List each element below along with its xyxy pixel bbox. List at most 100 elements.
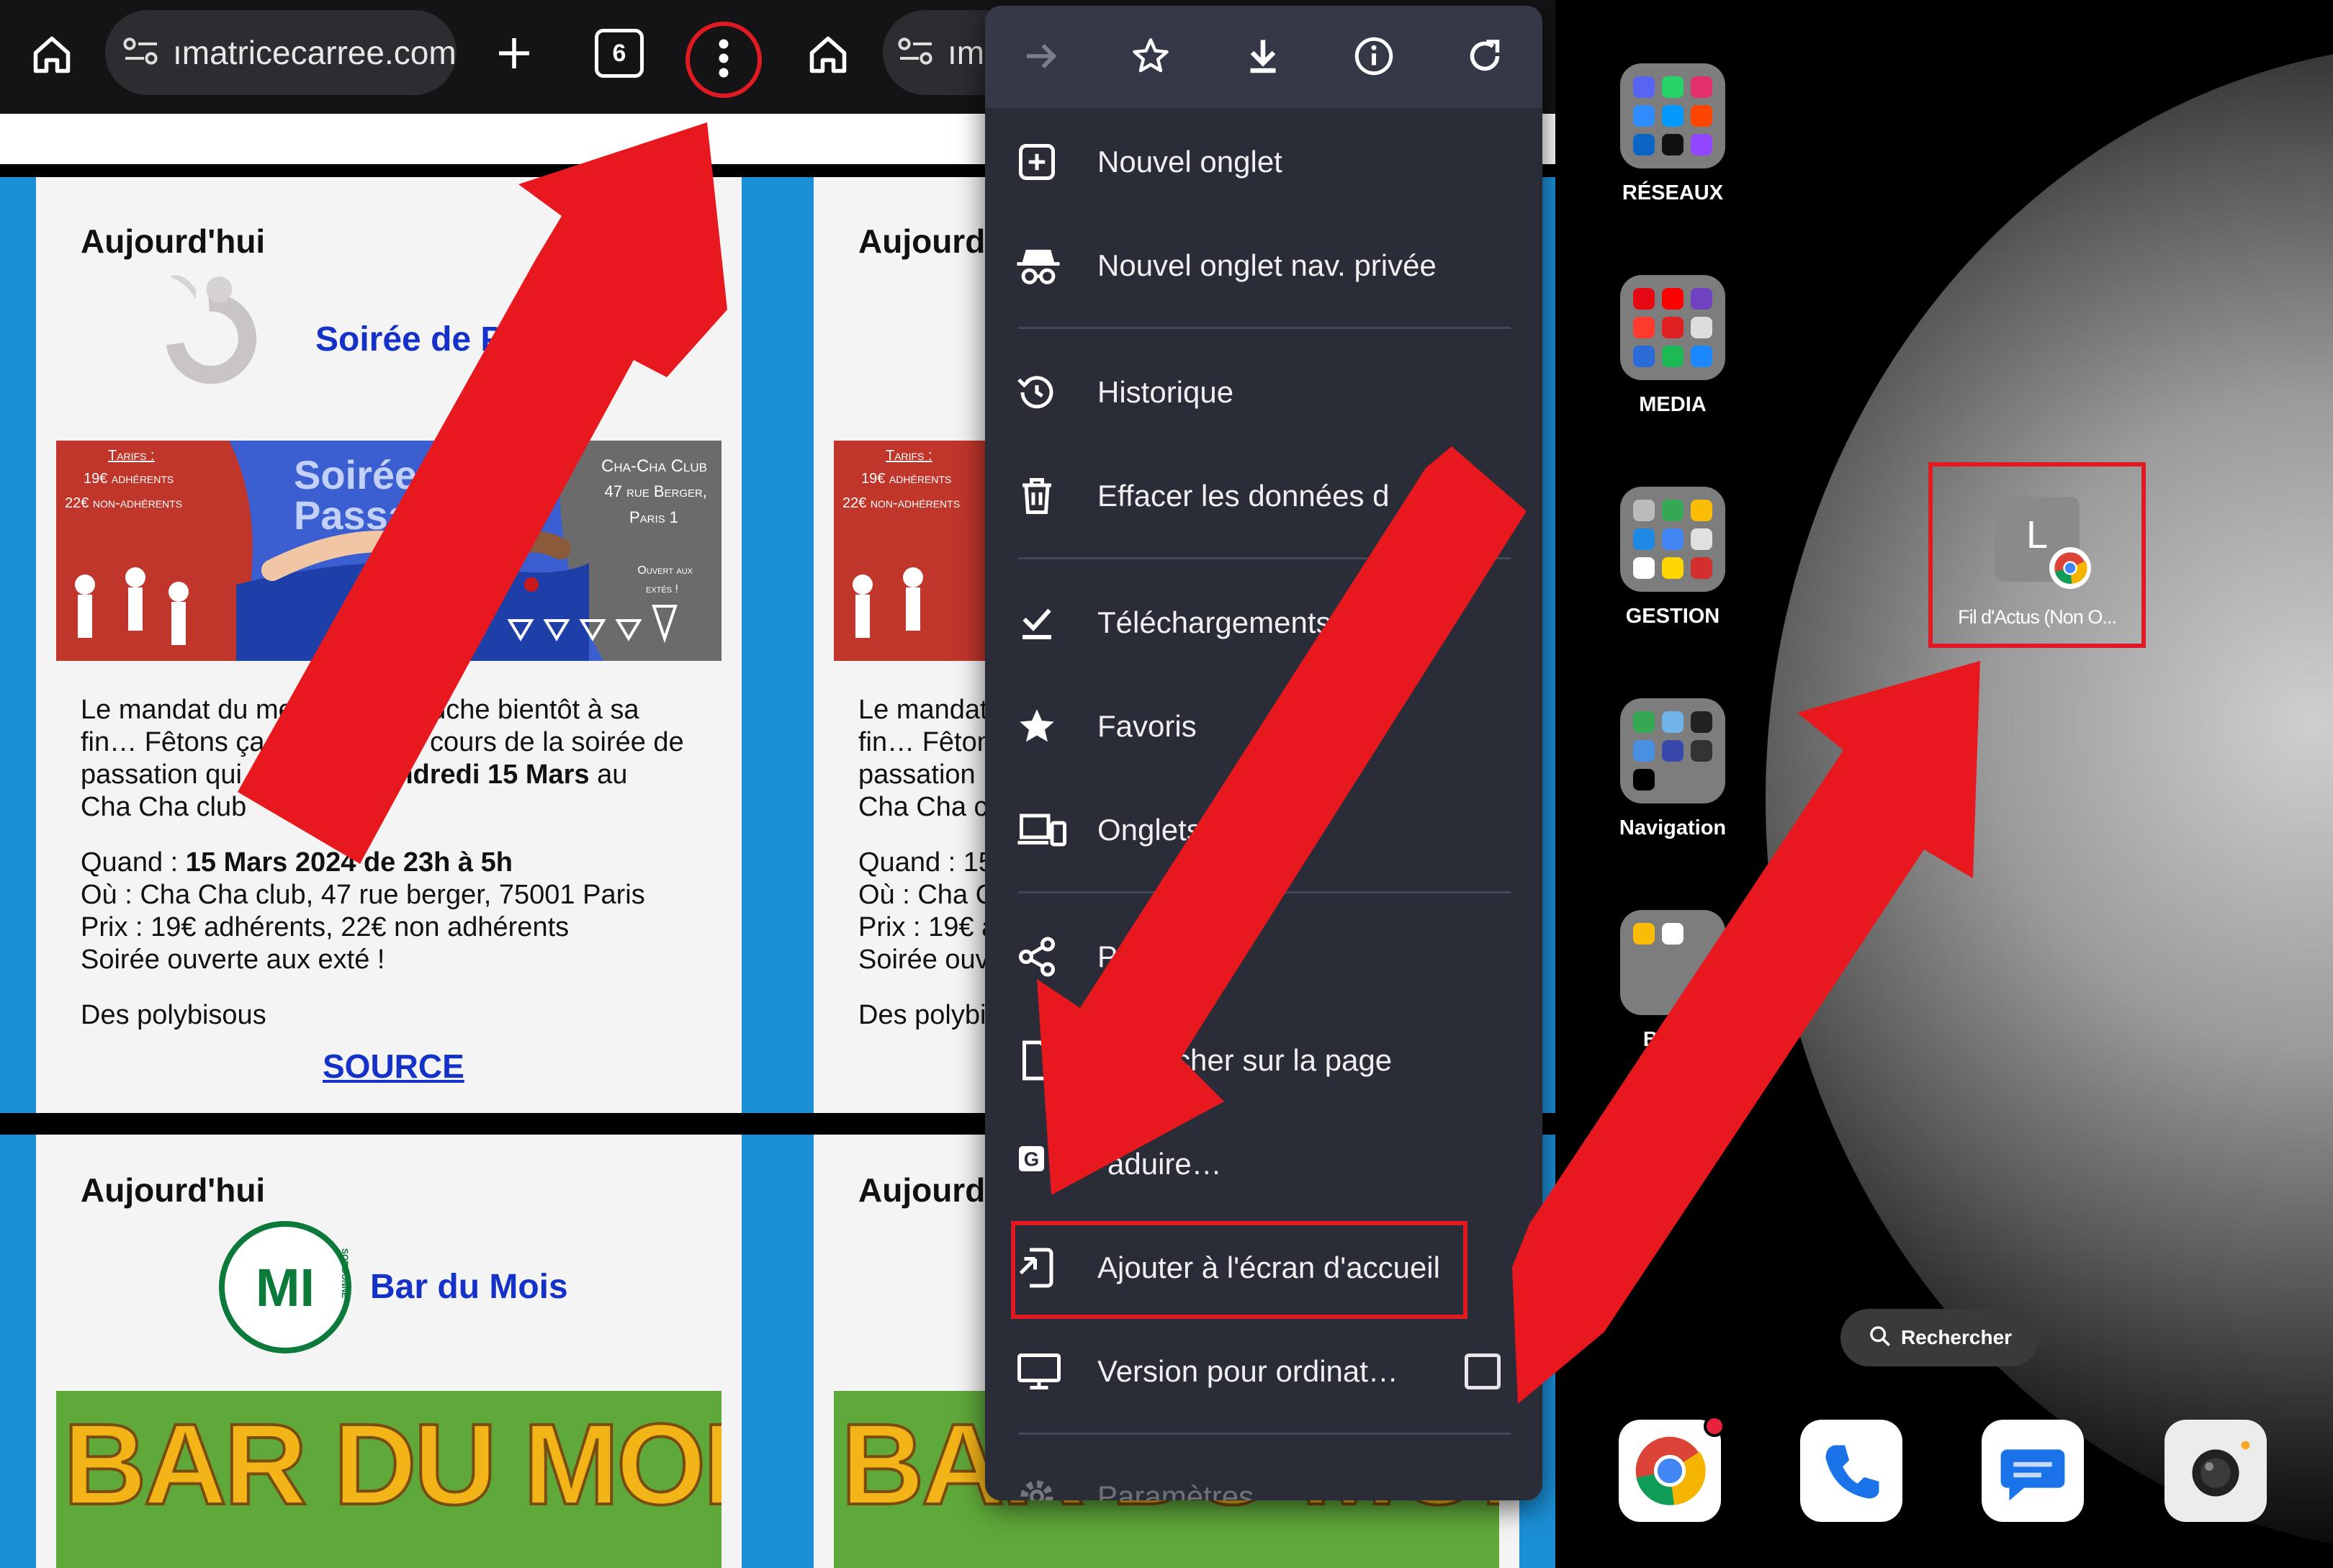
menu-item-new-tab[interactable]: Nouvel onglet (985, 115, 1542, 209)
logo-letters: MI (255, 1258, 315, 1317)
chrome-icon (1635, 1436, 1706, 1505)
folder-media[interactable] (1620, 275, 1725, 380)
kebab-icon (716, 37, 731, 84)
home-icon-2[interactable] (798, 29, 858, 81)
folder-label: GESTION (1625, 605, 1720, 628)
search-label: Rechercher (1900, 1326, 2013, 1348)
event-title[interactable]: Soirée de Passation (315, 320, 644, 359)
desc-text: fin… Fêtons ça e (81, 727, 288, 757)
bookmark-star-icon[interactable] (1129, 35, 1172, 81)
menu-item-label: Onglets r (1097, 813, 1221, 847)
menu-item-downloads[interactable]: Téléchargements (985, 576, 1542, 670)
source-link[interactable]: SOURCE (323, 1047, 464, 1086)
menu-item-clear-data[interactable]: Effacer les données d (985, 449, 1542, 543)
svg-text:G: G (1024, 1148, 1039, 1171)
incognito-icon (1015, 244, 1060, 287)
menu-item-history[interactable]: Historique (985, 346, 1542, 439)
app-icon (1662, 500, 1684, 521)
site-settings-icon-2[interactable] (897, 35, 940, 71)
card-date-heading: Aujourd' (858, 222, 994, 260)
desc-text: passation (858, 760, 976, 790)
menu-item-settings[interactable]: Paramètres (985, 1450, 1542, 1500)
menu-action-bar (985, 6, 1542, 108)
menu-item-label: Nouvel onglet (1097, 145, 1282, 179)
menu-item-translate[interactable]: G aduire… (985, 1117, 1542, 1211)
trash-icon (1015, 474, 1058, 518)
info-icon[interactable] (1352, 35, 1395, 81)
desc-date: Vendredi 15 Mars (364, 760, 590, 790)
find-in-page-icon (1015, 1039, 1058, 1082)
event-title[interactable]: Bar du Mois (370, 1267, 568, 1307)
reload-icon[interactable] (1463, 35, 1506, 81)
home-shortcut-fil-dactus[interactable]: L (1995, 497, 2091, 589)
app-icon (1691, 711, 1712, 733)
tab-switcher-button[interactable]: 6 (595, 29, 644, 78)
translate-icon: G (1015, 1143, 1058, 1186)
camera-icon (2192, 1441, 2250, 1497)
messenger-icon (1662, 105, 1684, 127)
more-menu-button[interactable] (685, 22, 762, 98)
folder-bureau[interactable] (1620, 910, 1725, 1015)
folder-gestion[interactable] (1620, 487, 1725, 592)
url-bar[interactable]: ımatricecarree.com (105, 10, 457, 95)
menu-item-label: Téléchargements (1097, 605, 1331, 639)
signoff-text: Des polybisous (81, 1000, 266, 1030)
menu-item-incognito[interactable]: Nouvel onglet nav. privée (985, 219, 1542, 312)
site-settings-icon[interactable] (122, 35, 166, 71)
media-icon (1662, 317, 1684, 338)
menu-item-bookmarks[interactable]: Favoris (985, 680, 1542, 773)
new-tab-plus-icon[interactable] (485, 24, 543, 82)
dock-phone[interactable] (1800, 1420, 1902, 1522)
desc-text: passation qui (81, 760, 242, 790)
linkedin-icon (1633, 134, 1655, 156)
signoff-text: Des polybi (858, 1000, 986, 1030)
folder-label: MEDIA (1639, 393, 1707, 416)
menu-item-recent-tabs[interactable]: Onglets r (985, 783, 1542, 877)
search-pill[interactable]: Rechercher (1840, 1309, 2039, 1366)
event-card: Aujourd'hui MI SORBONNE Bar du Mois BAR … (36, 1135, 742, 1568)
dock-chrome[interactable] (1619, 1415, 1725, 1522)
folder-label: RÉSEAUX (1622, 181, 1724, 204)
app-icon (1662, 711, 1684, 733)
folder-reseaux[interactable] (1620, 63, 1725, 168)
desktop-site-checkbox[interactable] (1465, 1353, 1501, 1389)
twitch-icon (1691, 134, 1712, 156)
shazam-icon (1691, 346, 1712, 367)
poster-tarif-2: 22€ non-adhérents (842, 495, 961, 511)
instagram-icon (1691, 76, 1712, 98)
new-tab-icon (1015, 140, 1058, 184)
dock-camera[interactable] (2165, 1420, 2267, 1522)
desc-text: Le mandat du mer (81, 695, 303, 725)
home-icon[interactable] (22, 29, 82, 81)
media-icon (1691, 317, 1712, 338)
poster-tarif-1: 19€ adhérents (84, 471, 174, 487)
gmail-icon (1662, 923, 1684, 945)
shortcut-label: Fil d'Actus (Non O... (1958, 606, 2117, 628)
folder-navigation[interactable] (1620, 698, 1725, 803)
share-icon (1015, 935, 1058, 978)
poster-title: BAR DU MOIS (62, 1398, 722, 1530)
menu-item-label: Effacer les données d (1097, 479, 1390, 513)
dock-messages[interactable] (1982, 1420, 2084, 1522)
highlight-box-menu-item (1011, 1221, 1467, 1319)
forward-arrow-icon[interactable] (1020, 35, 1063, 81)
where-text: Où : Cha C (858, 880, 996, 910)
card-date-heading: Aujourd'hui (81, 1171, 266, 1209)
menu-item-label: Historique (1097, 375, 1234, 409)
rabbit-logo (144, 263, 274, 393)
poster-club-name: Cha-Cha Club (601, 456, 707, 476)
poster-address-1: 47 rue Berger, (604, 482, 708, 500)
event-card: Aujourd'hui Soirée de Passation Tarifs:… (36, 177, 742, 1113)
desc-text: Cha Cha c (858, 792, 988, 822)
download-icon[interactable] (1241, 35, 1285, 81)
menu-item-desktop-site[interactable]: Version pour ordinat… (985, 1325, 1542, 1418)
menu-item-label: Version pour ordinat… (1097, 1354, 1398, 1388)
menu-item-label: aduire… (1107, 1147, 1222, 1181)
devices-icon (1015, 808, 1066, 852)
poster-tarif-1: 19€ adhérents (861, 471, 952, 487)
desc-text: fin… Fêton (858, 727, 992, 757)
download-check-icon (1015, 601, 1058, 644)
desc-text: Cha Cha club (81, 792, 247, 822)
menu-item-find-in-page[interactable]: rcher sur la page (985, 1014, 1542, 1107)
menu-item-share[interactable]: Part (985, 910, 1542, 1004)
